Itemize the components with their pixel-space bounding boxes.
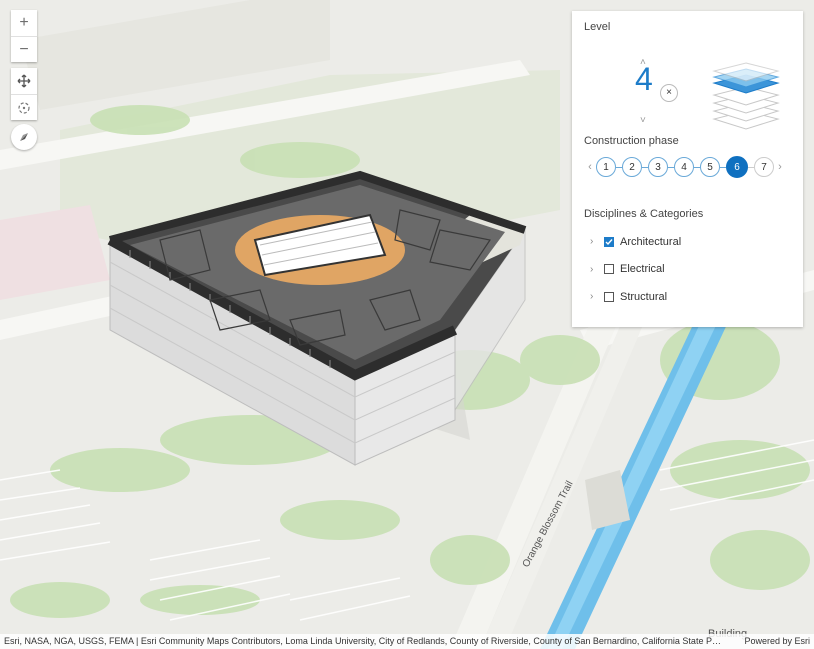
phase-prev-button[interactable]: ‹ <box>584 161 596 173</box>
chevron-right-icon[interactable]: › <box>584 291 604 302</box>
compass-button[interactable] <box>11 124 37 150</box>
level-value: 4 <box>635 61 653 97</box>
chevron-right-icon[interactable]: › <box>584 236 604 247</box>
phase-5[interactable]: 5 <box>700 157 720 177</box>
level-picker: ˄ 4 ˅ × <box>584 33 791 133</box>
phase-4[interactable]: 4 <box>674 157 694 177</box>
discipline-label: Structural <box>620 290 668 303</box>
discipline-electrical[interactable]: › Electrical <box>584 256 791 284</box>
level-down-button[interactable]: ˅ <box>640 115 646 126</box>
phase-next-button[interactable]: › <box>774 161 786 173</box>
phase-6[interactable]: 6 <box>726 156 748 178</box>
powered-by-esri[interactable]: Powered by Esri <box>744 634 810 649</box>
attribution-bar: Esri, NASA, NGA, USGS, FEMA | Esri Commu… <box>0 634 814 649</box>
electrical-checkbox[interactable] <box>604 264 614 275</box>
pan-button[interactable] <box>11 68 37 94</box>
rotate-icon <box>18 101 30 114</box>
phase-7[interactable]: 7 <box>754 157 774 177</box>
rotate-button[interactable] <box>11 94 37 120</box>
discipline-structural[interactable]: › Structural <box>584 283 791 311</box>
level-title: Level <box>584 21 611 33</box>
phase-3[interactable]: 3 <box>648 157 668 177</box>
checkmark-icon <box>605 238 613 245</box>
zoom-controls: + − <box>11 10 37 62</box>
construction-phase-stepper: ‹ 1 2 3 4 5 6 7 › <box>584 156 791 178</box>
chevron-right-icon[interactable]: › <box>584 264 604 275</box>
zoom-out-button[interactable]: − <box>11 36 37 62</box>
compass-icon <box>20 133 28 141</box>
navigation-controls <box>11 68 37 120</box>
structural-checkbox[interactable] <box>604 291 614 302</box>
clear-level-button[interactable]: × <box>660 84 678 102</box>
pan-icon <box>17 74 31 88</box>
level-stack-icon[interactable] <box>706 53 786 135</box>
discipline-architectural[interactable]: › Architectural <box>584 228 791 256</box>
disciplines-title: Disciplines & Categories <box>584 208 704 220</box>
discipline-label: Architectural <box>620 235 682 248</box>
phase-2[interactable]: 2 <box>622 157 642 177</box>
phase-1[interactable]: 1 <box>596 157 616 177</box>
discipline-label: Electrical <box>620 263 665 276</box>
attribution-text[interactable]: Esri, NASA, NGA, USGS, FEMA | Esri Commu… <box>4 634 724 649</box>
level-filter-panel: Level ˄ 4 ˅ × Construction phase ‹ 1 2 3… <box>572 11 803 327</box>
architectural-checkbox[interactable] <box>604 236 614 247</box>
construction-phase-title: Construction phase <box>584 135 679 147</box>
zoom-in-button[interactable]: + <box>11 10 37 36</box>
